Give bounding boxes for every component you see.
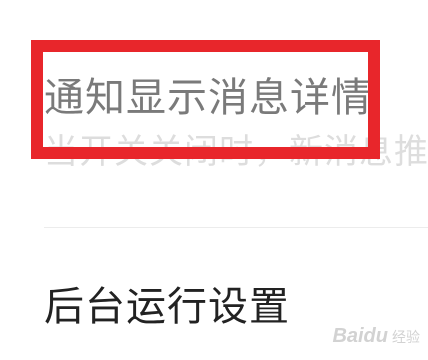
baidu-logo: Baidu bbox=[332, 325, 388, 347]
background-run-title: 后台运行设置 bbox=[44, 284, 290, 330]
baidu-watermark: Baidu 经验 bbox=[332, 325, 420, 348]
settings-screen: 通知显示消息详情 当开关关闭时，新消息推送 后台运行设置 Baidu 经验 bbox=[0, 0, 428, 360]
baidu-jingyan-text: 经验 bbox=[392, 328, 420, 345]
notification-detail-setting[interactable]: 通知显示消息详情 当开关关闭时，新消息推送 bbox=[0, 0, 428, 225]
notification-detail-title: 通知显示消息详情 bbox=[44, 75, 372, 121]
notification-detail-description: 当开关关闭时，新消息推送 bbox=[44, 132, 428, 172]
